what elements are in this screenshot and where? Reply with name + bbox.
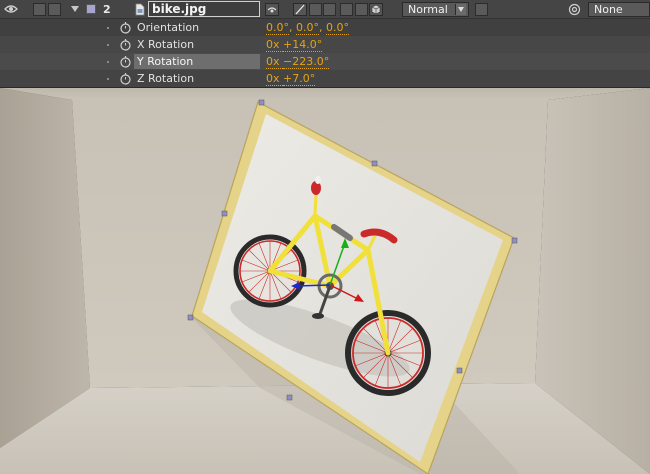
property-name: Orientation: [137, 21, 200, 34]
orientation-y-value[interactable]: 0.0°: [296, 21, 319, 35]
expand-triangle-icon[interactable]: [71, 6, 79, 12]
shy-switch-icon[interactable]: [265, 3, 279, 16]
property-row-z-rotation: Z Rotation 0x +7.0°: [0, 70, 650, 88]
effect-switch-box[interactable]: [309, 3, 322, 16]
eye-icon[interactable]: [4, 3, 18, 15]
stopwatch-icon[interactable]: [119, 72, 132, 85]
z-rotation-degrees[interactable]: +7.0°: [283, 72, 316, 86]
timeline-panel: 2 bike.jpg Normal None Orientation 0.0°,…: [0, 0, 650, 88]
orientation-value[interactable]: 0.0°, 0.0°, 0.0°: [266, 20, 349, 35]
value-separator: ,: [319, 21, 326, 34]
z-rotation-revolutions[interactable]: 0x: [266, 72, 284, 86]
y-rotation-degrees[interactable]: −223.0°: [283, 55, 330, 69]
y-rotation-revolutions[interactable]: 0x: [266, 55, 284, 69]
parent-value: None: [594, 3, 623, 16]
parent-dropdown[interactable]: None: [588, 2, 650, 17]
x-rotation-value[interactable]: 0x +14.0°: [266, 37, 323, 52]
stopwatch-icon[interactable]: [119, 55, 132, 68]
orientation-z-value[interactable]: 0.0°: [326, 21, 349, 35]
indent-dot: [107, 44, 109, 46]
file-icon: [135, 3, 145, 16]
layer-number: 2: [103, 3, 111, 16]
ceiling: [0, 88, 650, 100]
value-separator: ,: [289, 21, 296, 34]
3d-layer-icon[interactable]: [369, 3, 383, 16]
x-rotation-degrees[interactable]: +14.0°: [283, 38, 323, 52]
orientation-x-value[interactable]: 0.0°: [266, 21, 289, 35]
indent-dot: [107, 78, 109, 80]
y-rotation-value[interactable]: 0x −223.0°: [266, 54, 330, 69]
property-row-x-rotation: X Rotation 0x +14.0°: [0, 36, 650, 53]
x-rotation-revolutions[interactable]: 0x: [266, 38, 284, 52]
indent-dot: [107, 27, 109, 29]
blend-mode-value: Normal: [408, 3, 448, 16]
stopwatch-icon[interactable]: [119, 38, 132, 51]
chevron-down-icon: [455, 4, 466, 15]
layer-row[interactable]: 2 bike.jpg Normal None: [0, 0, 650, 19]
z-rotation-value[interactable]: 0x +7.0°: [266, 71, 316, 86]
motion-blur-switch-box[interactable]: [340, 3, 353, 16]
property-row-orientation: Orientation 0.0°, 0.0°, 0.0°: [0, 19, 650, 36]
label-color-swatch[interactable]: [86, 4, 96, 14]
stopwatch-icon[interactable]: [119, 21, 132, 34]
adjustment-switch-box[interactable]: [355, 3, 368, 16]
layer-name-field[interactable]: bike.jpg: [148, 1, 260, 17]
3d-scene: [0, 88, 650, 474]
lock-toggle-box[interactable]: [48, 3, 61, 16]
audio-toggle-box[interactable]: [33, 3, 46, 16]
property-name-selected[interactable]: Y Rotation: [134, 54, 260, 69]
blend-mode-dropdown[interactable]: Normal: [402, 2, 469, 17]
track-matte-box[interactable]: [475, 3, 488, 16]
composition-viewport[interactable]: [0, 88, 650, 474]
property-name: X Rotation: [137, 38, 195, 51]
property-name: Z Rotation: [137, 72, 195, 85]
quality-switch-icon[interactable]: [293, 3, 307, 16]
pickwhip-icon[interactable]: [568, 3, 581, 16]
indent-dot: [107, 61, 109, 63]
frame-blend-switch-box[interactable]: [323, 3, 336, 16]
property-row-y-rotation: Y Rotation 0x −223.0°: [0, 53, 650, 70]
